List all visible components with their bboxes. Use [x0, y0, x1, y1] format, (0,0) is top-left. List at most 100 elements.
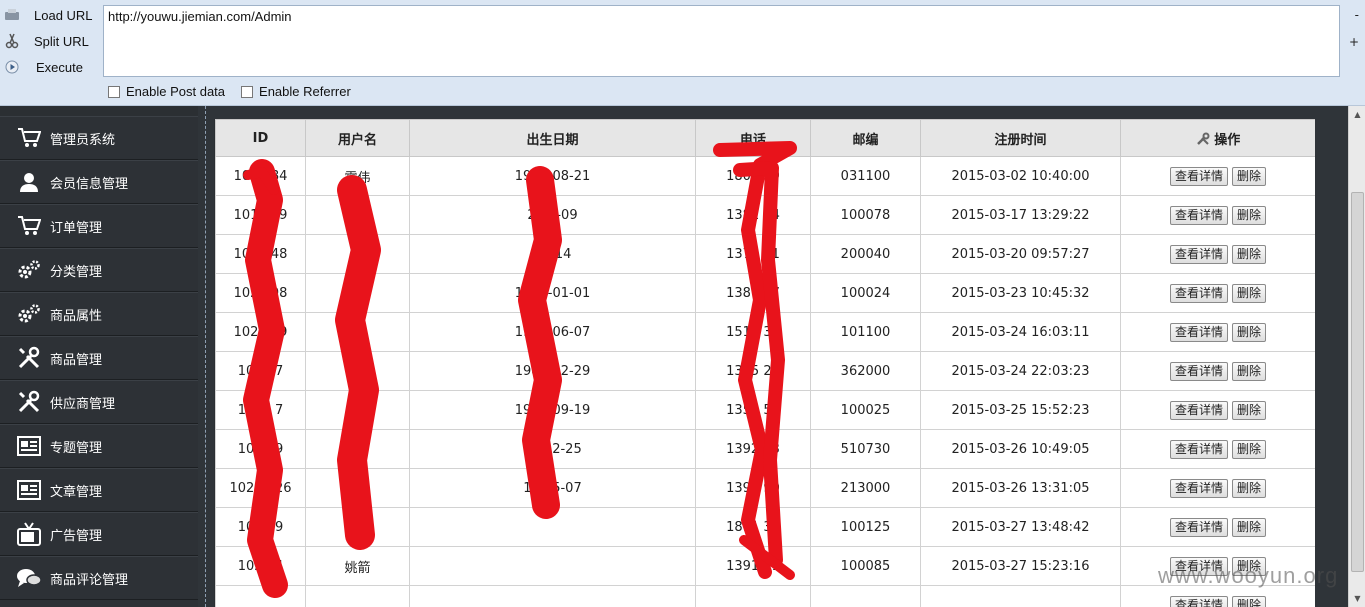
tv-icon [16, 521, 42, 547]
enable-referrer-checkbox[interactable]: Enable Referrer [241, 84, 351, 99]
delete-button[interactable]: 删除 [1232, 322, 1267, 342]
delete-button[interactable]: 删除 [1232, 205, 1267, 225]
expand-button[interactable]: + [1349, 35, 1359, 49]
cell-register-time: 2015-03-27 13:48:42 [920, 507, 1121, 547]
table-row: 1020 9 198 2-25 1392 03 510730 2015-03-26 10… [215, 429, 1315, 469]
cell-phone: 1511 36 [695, 312, 811, 352]
url-input[interactable]: http://youwu.jiemian.com/Admin [103, 5, 1340, 77]
cell-zipcode: 031100 [810, 156, 921, 196]
view-details-button[interactable]: 查看详情 [1169, 400, 1228, 420]
load-url-button[interactable]: Load URL [0, 2, 93, 28]
cell-birthdate: 1983-09-19 [409, 390, 696, 430]
cell-username [305, 468, 410, 508]
delete-button[interactable]: 删除 [1232, 595, 1267, 607]
column-header-username[interactable]: 用户名 [305, 119, 410, 157]
cell-register-time: 2015-03-24 16:03:11 [920, 312, 1121, 352]
sidebar-item-label: 商品属性 [50, 308, 103, 324]
scroll-up-arrow-icon[interactable]: ▲ [1352, 110, 1363, 119]
table-row: 102 09 1891 31 100125 2015-03-27 13:48:42 查看… [215, 507, 1315, 547]
newspaper-icon [16, 433, 42, 459]
column-header-id[interactable]: ID [215, 119, 306, 157]
delete-button[interactable]: 删除 [1232, 283, 1267, 303]
cell-actions: 查看详情 删除 [1120, 234, 1315, 274]
delete-button[interactable]: 删除 [1232, 361, 1267, 381]
enable-post-data-checkbox[interactable]: Enable Post data [108, 84, 225, 99]
hackbar-options: Enable Post data Enable Referrer [108, 84, 351, 99]
view-details-button[interactable]: 查看详情 [1169, 283, 1228, 303]
cell-phone: 1392 03 [695, 429, 811, 469]
view-details-button[interactable]: 查看详情 [1169, 439, 1228, 459]
column-header-actions: 操作 [1120, 119, 1315, 157]
view-details-button[interactable]: 查看详情 [1169, 205, 1228, 225]
enable-referrer-label: Enable Referrer [259, 84, 351, 99]
cell-username [305, 507, 410, 547]
delete-button[interactable]: 删除 [1232, 400, 1267, 420]
sidebar-item-orders[interactable]: 订单管理 [0, 204, 198, 248]
sidebar-item-reviews[interactable]: 商品评论管理 [0, 556, 198, 600]
cell-actions: 查看详情 删除 [1120, 429, 1315, 469]
shrink-button[interactable]: - [1355, 8, 1359, 22]
column-header-register-time[interactable]: 注册时间 [920, 119, 1121, 157]
table-row: 1020 98 杜 1984-01-01 1381 07 100024 2015-03-2… [215, 273, 1315, 313]
view-details-button[interactable]: 查看详情 [1169, 166, 1228, 186]
view-details-button[interactable]: 查看详情 [1169, 595, 1228, 607]
sidebar-item-label: 订单管理 [50, 220, 103, 236]
hackbar-toolbar: Load URL Split URL Execute http://youwu.… [0, 0, 1365, 106]
cell-actions: 查看详情 删除 [1120, 273, 1315, 313]
cell-zipcode: 200040 [810, 234, 921, 274]
execute-button[interactable]: Execute [0, 54, 83, 80]
sidebar-item-products[interactable]: 商品管理 [0, 336, 198, 380]
split-url-button[interactable]: Split URL [0, 28, 89, 54]
view-details-button[interactable]: 查看详情 [1169, 361, 1228, 381]
sidebar-item-categories[interactable]: 分类管理 [0, 248, 198, 292]
cell-register-time: 2015-03-23 10:45:32 [920, 273, 1121, 313]
cell-username [305, 351, 410, 391]
cell-username [305, 195, 410, 235]
view-details-button[interactable]: 查看详情 [1169, 517, 1228, 537]
cell-username: 姚箭 [305, 546, 410, 586]
view-details-button[interactable]: 查看详情 [1169, 478, 1228, 498]
sidebar-item-members[interactable]: 会员信息管理 [0, 160, 198, 204]
delete-button[interactable]: 删除 [1232, 517, 1267, 537]
cell-zipcode: 510730 [810, 429, 921, 469]
column-header-zipcode[interactable]: 邮编 [810, 119, 921, 157]
sidebar-item-label: 商品评论管理 [50, 572, 129, 588]
table-row: 1020 7 1983-09-19 1358 56 100025 2015-03-25 … [215, 390, 1315, 430]
member-table-container: ID 用户名 出生日期 电话 邮编 注册时间 操作 101 684 霍伟 1984-… [215, 119, 1315, 607]
scroll-down-arrow-icon[interactable]: ▼ [1352, 594, 1363, 603]
delete-button[interactable]: 删除 [1232, 478, 1267, 498]
sidebar-item-suppliers[interactable]: 供应商管理 [0, 380, 198, 424]
cell-register-time: 2015-03-24 22:03:23 [920, 351, 1121, 391]
delete-button[interactable]: 删除 [1232, 166, 1267, 186]
cell-id: 102 54 [215, 546, 306, 586]
sidebar-divider [198, 106, 214, 607]
view-details-button[interactable]: 查看详情 [1169, 322, 1228, 342]
view-details-button[interactable]: 查看详情 [1169, 244, 1228, 264]
cell-actions: 查看详情 删除 [1120, 156, 1315, 196]
sidebar-item-admin-system[interactable]: 管理员系统 [0, 116, 198, 160]
delete-button[interactable]: 删除 [1232, 439, 1267, 459]
cell-birthdate [409, 585, 696, 607]
cell-register-time: 2015-03-26 10:49:05 [920, 429, 1121, 469]
sidebar-item-articles[interactable]: 文章管理 [0, 468, 198, 512]
column-header-birthdate[interactable]: 出生日期 [409, 119, 696, 157]
cell-phone: 1801 39 [695, 156, 811, 196]
scrollbar-thumb[interactable] [1351, 192, 1364, 572]
delete-button[interactable]: 删除 [1232, 244, 1267, 264]
table-body: 101 684 霍伟 1984-08-21 1801 39 031100 2015-03-… [215, 156, 1315, 607]
sidebar-item-product-attributes[interactable]: 商品属性 [0, 292, 198, 336]
checkbox-box[interactable] [108, 85, 120, 98]
tools-icon [16, 389, 42, 415]
table-row: 1020 19 1985-06-07 1511 36 101100 2015-03-24… [215, 312, 1315, 352]
page-scrollbar[interactable]: ▲ ▼ [1348, 106, 1365, 607]
column-header-phone[interactable]: 电话 [695, 119, 811, 157]
cart-icon [16, 213, 42, 239]
cell-birthdate: 1988-12-29 [409, 351, 696, 391]
sidebar-item-topics[interactable]: 专题管理 [0, 424, 198, 468]
cell-phone: 1358 56 [695, 390, 811, 430]
cell-register-time: 2015-03-27 15:23:16 [920, 546, 1121, 586]
checkbox-box[interactable] [241, 85, 254, 98]
sidebar-item-ads[interactable]: 广告管理 [0, 512, 198, 556]
cell-birthdate: 1984-01-01 [409, 273, 696, 313]
sidebar-item-label: 文章管理 [50, 484, 103, 500]
